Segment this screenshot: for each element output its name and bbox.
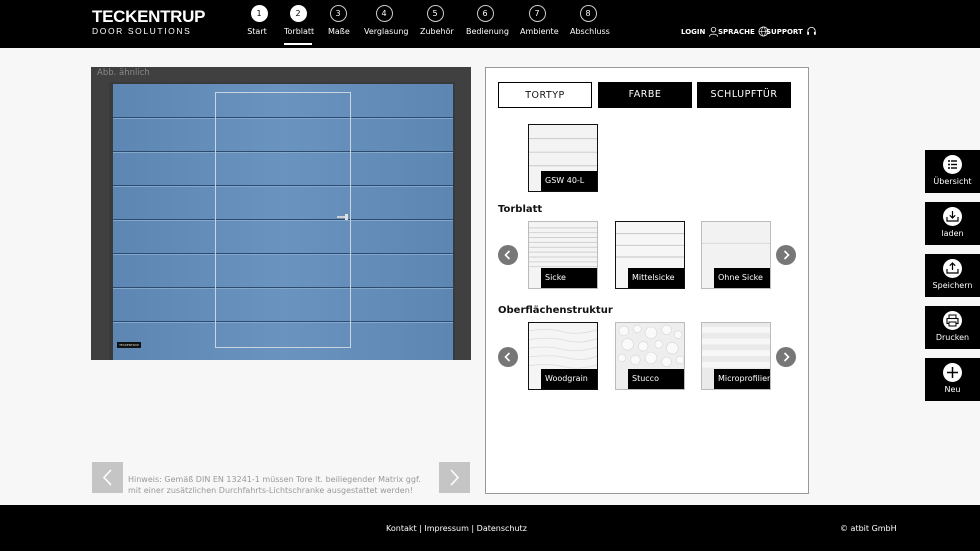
prev-button[interactable] bbox=[92, 462, 123, 493]
footer: Kontakt | Impressum | Datenschutz © atbi… bbox=[0, 505, 980, 551]
save-icon bbox=[943, 259, 962, 278]
hint-text: Hinweis: Gemäß DIN EN 13241-1 müssen Tor… bbox=[128, 475, 421, 495]
step-number: 3 bbox=[329, 5, 347, 22]
swatch-label: Woodgrain bbox=[541, 369, 597, 389]
list-icon bbox=[943, 155, 962, 174]
save-button[interactable]: Speichern bbox=[925, 254, 980, 297]
overview-button[interactable]: Übersicht bbox=[925, 150, 980, 193]
brand-name: TECKENTRUP bbox=[92, 7, 206, 26]
header: TECKENTRUP DOOR SOLUTIONS 1 Start 2 Torb… bbox=[0, 0, 980, 48]
torblatt-next-button[interactable] bbox=[776, 245, 796, 265]
section-title-oberflaeche: Oberflächenstruktur bbox=[498, 305, 613, 316]
plus-icon bbox=[943, 363, 962, 382]
brand-logo[interactable]: TECKENTRUP DOOR SOLUTIONS bbox=[92, 7, 206, 37]
language-label: SPRACHE bbox=[718, 27, 755, 36]
side-button-label: Übersicht bbox=[933, 177, 972, 186]
chevron-right-icon bbox=[450, 469, 460, 486]
language-link[interactable]: SPRACHE bbox=[718, 26, 769, 37]
copyright: © atbit GmbH bbox=[840, 524, 897, 533]
door-handle-icon bbox=[337, 214, 348, 220]
chevron-left-icon bbox=[504, 352, 511, 362]
step-ambiente[interactable]: 7 Ambiente bbox=[520, 5, 559, 36]
surface-next-button[interactable] bbox=[776, 347, 796, 367]
swatch-label: Microprofiliert bbox=[714, 369, 770, 389]
surface-prev-button[interactable] bbox=[498, 347, 518, 367]
surface-option-woodgrain[interactable]: Woodgrain bbox=[528, 322, 598, 390]
torblatt-option-mittelsicke[interactable]: Mittelsicke bbox=[615, 221, 685, 289]
tab-farbe[interactable]: FARBE bbox=[598, 82, 692, 108]
door-brand-plate: TECKENTRUP bbox=[117, 342, 141, 348]
surface-option-microprofiliert[interactable]: Microprofiliert bbox=[701, 322, 771, 390]
step-label: Zubehör bbox=[420, 27, 454, 36]
footer-link-kontakt[interactable]: Kontakt bbox=[386, 524, 417, 533]
step-label: Abschluss bbox=[570, 27, 610, 36]
chevron-right-icon bbox=[783, 352, 790, 362]
headset-icon bbox=[806, 26, 816, 35]
surface-option-stucco[interactable]: Stucco bbox=[615, 322, 685, 390]
step-number: 5 bbox=[426, 5, 444, 22]
step-zubehoer[interactable]: 5 Zubehör bbox=[420, 5, 454, 36]
step-number: 1 bbox=[250, 5, 268, 22]
support-label: SUPPORT bbox=[766, 27, 803, 36]
swatch-label: Mittelsicke bbox=[628, 268, 684, 288]
torblatt-option-sicke[interactable]: Sicke bbox=[528, 221, 598, 289]
side-button-label: Speichern bbox=[932, 281, 973, 290]
footer-link-impressum[interactable]: Impressum bbox=[424, 524, 468, 533]
side-button-label: laden bbox=[941, 229, 964, 238]
support-link[interactable]: SUPPORT bbox=[766, 26, 817, 37]
step-verglasung[interactable]: 4 Verglasung bbox=[364, 5, 409, 36]
step-label: Maße bbox=[328, 27, 350, 36]
step-masse[interactable]: 3 Maße bbox=[328, 5, 350, 36]
step-number: 6 bbox=[476, 5, 494, 22]
section-title-torblatt: Torblatt bbox=[498, 204, 543, 215]
side-button-label: Neu bbox=[944, 385, 961, 394]
torblatt-option-ohne-sicke[interactable]: Ohne Sicke bbox=[701, 221, 771, 289]
chevron-left-icon bbox=[102, 469, 112, 486]
config-panel: TORTYP FARBE SCHLUPFTÜR GSW 40-L Torblat… bbox=[485, 67, 809, 494]
preview-note: Abb. ähnlich bbox=[97, 68, 150, 78]
load-icon bbox=[943, 207, 962, 226]
chevron-right-icon bbox=[783, 250, 790, 260]
side-button-label: Drucken bbox=[935, 333, 970, 342]
step-number: 2 bbox=[289, 5, 307, 22]
door-preview: Abb. ähnlich TECKENTRUP bbox=[91, 67, 471, 360]
door-panel: TECKENTRUP bbox=[113, 84, 453, 360]
active-step-indicator bbox=[284, 43, 312, 45]
step-number: 8 bbox=[579, 5, 597, 22]
swatch-label: Ohne Sicke bbox=[714, 268, 770, 288]
print-button[interactable]: Drucken bbox=[925, 306, 980, 349]
step-label: Ambiente bbox=[520, 27, 559, 36]
load-button[interactable]: laden bbox=[925, 202, 980, 245]
new-button[interactable]: Neu bbox=[925, 358, 980, 401]
step-bedienung[interactable]: 6 Bedienung bbox=[466, 5, 509, 36]
login-label: LOGIN bbox=[681, 27, 706, 36]
login-link[interactable]: LOGIN bbox=[681, 26, 719, 37]
swatch-label: Stucco bbox=[628, 369, 684, 389]
step-label: Torblatt bbox=[284, 27, 315, 36]
footer-links: Kontakt | Impressum | Datenschutz bbox=[386, 524, 527, 533]
step-start[interactable]: 1 Start bbox=[247, 5, 268, 36]
step-torblatt[interactable]: 2 Torblatt bbox=[284, 5, 315, 45]
door-frame: TECKENTRUP bbox=[109, 82, 455, 360]
step-number: 4 bbox=[375, 5, 393, 22]
brand-tagline: DOOR SOLUTIONS bbox=[92, 26, 192, 36]
chevron-left-icon bbox=[504, 250, 511, 260]
footer-link-datenschutz[interactable]: Datenschutz bbox=[477, 524, 527, 533]
swatch-label: Sicke bbox=[541, 268, 597, 288]
step-abschluss[interactable]: 8 Abschluss bbox=[570, 5, 610, 36]
torblatt-prev-button[interactable] bbox=[498, 245, 518, 265]
type-swatch-gsw40l[interactable]: GSW 40-L bbox=[528, 124, 598, 192]
wicket-door-outline bbox=[215, 92, 351, 348]
footer-separator: | bbox=[468, 524, 477, 533]
step-label: Bedienung bbox=[466, 27, 509, 36]
swatch-label: GSW 40-L bbox=[541, 171, 597, 191]
step-number: 7 bbox=[528, 5, 546, 22]
next-button[interactable] bbox=[439, 462, 470, 493]
print-icon bbox=[943, 311, 962, 330]
step-label: Start bbox=[247, 27, 267, 36]
step-label: Verglasung bbox=[364, 27, 409, 36]
tab-schlupftuer[interactable]: SCHLUPFTÜR bbox=[697, 82, 791, 108]
tab-tortyp[interactable]: TORTYP bbox=[498, 82, 592, 108]
